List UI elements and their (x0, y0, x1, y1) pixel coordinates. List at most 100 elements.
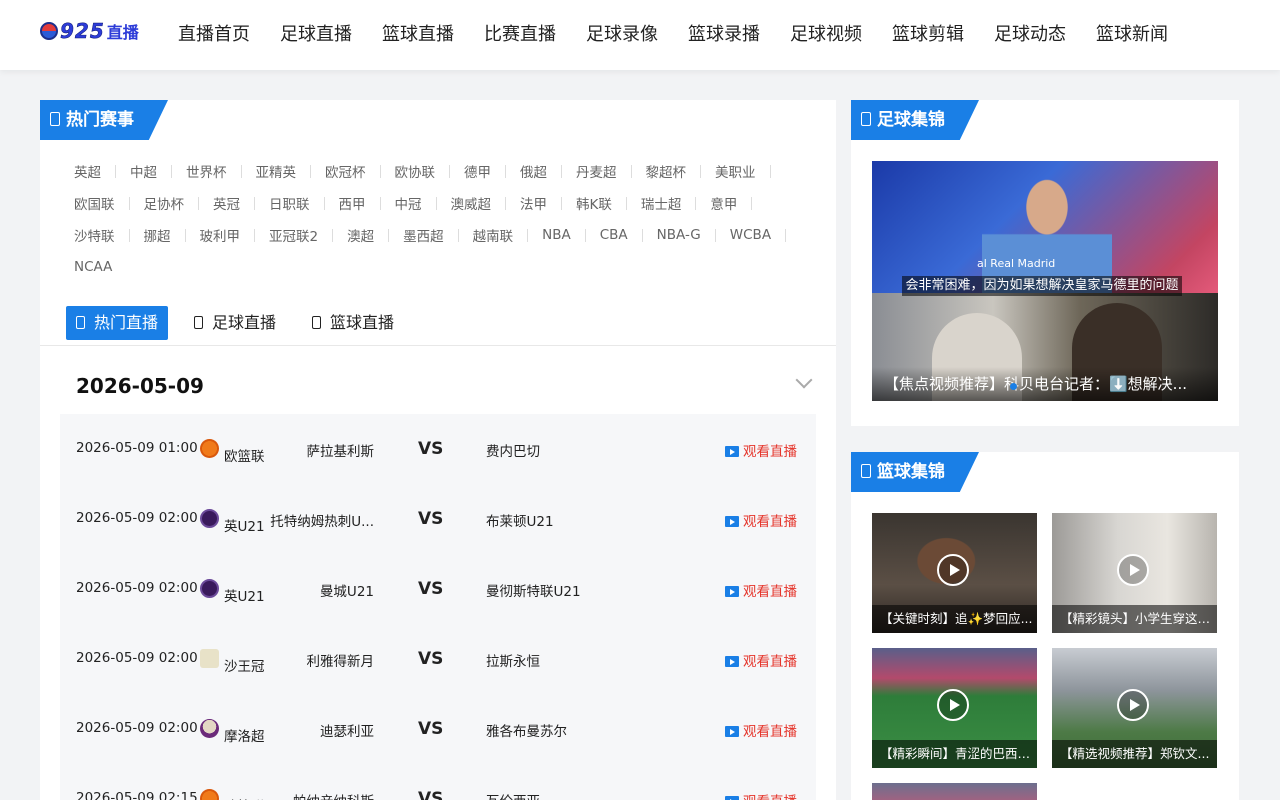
watch-live-link[interactable]: 观看直播 (725, 510, 797, 530)
match-row[interactable]: 2026-05-09 02:00 沙王冠 利雅得新月 VS 拉斯永恒 观看直播 (60, 624, 816, 694)
nav-item[interactable]: 足球录像 (586, 22, 658, 48)
league-link[interactable]: 挪超 (144, 225, 171, 245)
league-link[interactable]: 中冠 (395, 193, 422, 213)
league-link[interactable]: NBA-G (657, 227, 701, 243)
watch-live-link[interactable]: 观看直播 (725, 440, 797, 460)
euroleague-icon (200, 789, 219, 800)
video-thumbnail[interactable]: 【精彩镜头】小学生穿这么... (1052, 513, 1217, 633)
tab-label: 足球直播 (212, 313, 277, 332)
away-team: 拉斯永恒 (486, 654, 540, 670)
watch-live-link[interactable]: 观看直播 (725, 650, 797, 670)
nav-item[interactable]: 足球动态 (994, 22, 1066, 48)
video-thumbnail[interactable]: 【精选视频推荐】郑钦文... (1052, 648, 1217, 768)
league-link[interactable]: 世界杯 (186, 161, 227, 181)
main-nav: 直播首页 足球直播 篮球直播 比赛直播 足球录像 篮球录播 足球视频 篮球剪辑 … (178, 22, 1198, 48)
separator (254, 196, 255, 210)
video-thumbnail[interactable]: 【关键时刻】追✨梦回应... (872, 513, 1037, 633)
separator (505, 164, 506, 178)
nav-item[interactable]: 足球直播 (280, 22, 352, 48)
nav-item[interactable]: 篮球新闻 (1096, 22, 1168, 48)
hero-title[interactable]: 【焦点视频推荐】科贝电台记者：⬇️想解决... (872, 367, 1218, 401)
watch-live-link[interactable]: 观看直播 (725, 790, 797, 800)
match-league: 沙王冠 (224, 659, 265, 675)
league-link[interactable]: 澳威超 (451, 193, 492, 213)
watch-live-label: 观看直播 (743, 724, 797, 740)
play-icon[interactable] (1117, 689, 1149, 721)
home-team: 托特纳姆热刺U... (270, 514, 374, 530)
league-link[interactable]: 英超 (74, 161, 101, 181)
match-time: 2026-05-09 02:15 (76, 790, 198, 800)
video-thumbnail[interactable] (872, 783, 1037, 800)
play-icon[interactable] (1117, 554, 1149, 586)
home-team: 迪瑟利亚 (320, 724, 374, 740)
league-link[interactable]: 俄超 (520, 161, 547, 181)
watch-live-link[interactable]: 观看直播 (725, 720, 797, 740)
vs-label: VS (418, 439, 444, 459)
league-link[interactable]: 沙特联 (74, 225, 115, 245)
league-link[interactable]: 英冠 (213, 193, 240, 213)
play-icon[interactable] (937, 554, 969, 586)
tab-hot-live[interactable]: 热门直播 (66, 306, 169, 340)
league-link[interactable]: 玻利甲 (200, 225, 241, 245)
league-link[interactable]: 黎超杯 (646, 161, 687, 181)
match-row[interactable]: 2026-05-09 02:00 英U21 托特纳姆热刺U... VS 布莱顿U21 观看… (60, 484, 816, 554)
play-icon[interactable] (937, 689, 969, 721)
league-link[interactable]: CBA (600, 227, 628, 243)
logo-text: 直播 (106, 23, 139, 42)
home-team: 萨拉基利斯 (306, 444, 375, 460)
league-link[interactable]: 意甲 (710, 193, 737, 213)
match-row[interactable]: 2026-05-09 02:00 摩洛超 迪瑟利亚 VS 雅各布曼苏尔 观看直播 (60, 694, 816, 764)
football-hero-video[interactable]: al Real Madrid 会非常困难，因为如果想解决皇家马德里的问题 【焦点… (872, 161, 1218, 401)
carousel-indicator[interactable] (1010, 383, 1017, 390)
league-link[interactable]: 越南联 (473, 225, 514, 245)
watch-live-label: 观看直播 (743, 794, 797, 800)
match-league: 欧篮联 (224, 449, 265, 465)
video-thumbnail[interactable]: 【精彩瞬间】青涩的巴西双... (872, 648, 1037, 768)
league-link[interactable]: 法甲 (520, 193, 547, 213)
match-row[interactable]: 2026-05-09 02:00 英U21 曼城U21 VS 曼彻斯特联U21 观看直播 (60, 554, 816, 624)
watch-live-link[interactable]: 观看直播 (725, 580, 797, 600)
league-link[interactable]: 西甲 (339, 193, 366, 213)
league-link[interactable]: 亚精英 (256, 161, 297, 181)
league-link[interactable]: 中超 (130, 161, 157, 181)
match-time: 2026-05-09 02:00 (76, 720, 198, 736)
match-row[interactable]: 2026-05-09 02:15 欧篮联 帕纳辛纳科斯 VS 瓦伦西亚 观看直播 (60, 764, 816, 800)
league-link[interactable]: 亚冠联2 (269, 225, 318, 245)
nav-item[interactable]: 篮球直播 (382, 22, 454, 48)
league-row: 欧国联 足协杯 英冠 日职联 西甲 中冠 澳威超 法甲 韩K联 瑞士超 意甲 (74, 187, 814, 219)
separator (128, 196, 130, 210)
nav-item[interactable]: 比赛直播 (484, 22, 556, 48)
section-icon (50, 112, 60, 126)
league-link[interactable]: 韩K联 (576, 193, 612, 213)
nav-item[interactable]: 足球视频 (790, 22, 862, 48)
separator (561, 164, 562, 178)
league-link[interactable]: 日职联 (269, 193, 310, 213)
league-link[interactable]: 美职业 (715, 161, 756, 181)
league-link[interactable]: 澳超 (347, 225, 374, 245)
nav-item[interactable]: 直播首页 (178, 22, 250, 48)
nav-item[interactable]: 篮球剪辑 (892, 22, 964, 48)
league-link[interactable]: NCAA (74, 259, 112, 275)
league-link[interactable]: 足协杯 (144, 193, 185, 213)
league-link[interactable]: NBA (542, 227, 571, 243)
site-logo[interactable]: 925 直播 (40, 16, 139, 46)
match-league: 英U21 (224, 589, 265, 605)
league-link[interactable]: 欧冠杯 (325, 161, 366, 181)
league-link[interactable]: 欧协联 (395, 161, 436, 181)
league-link[interactable]: WCBA (730, 227, 771, 243)
league-link[interactable]: 丹麦超 (576, 161, 617, 181)
separator (323, 196, 325, 210)
chevron-down-icon[interactable] (795, 371, 813, 389)
nav-item[interactable]: 篮球录播 (688, 22, 760, 48)
league-link[interactable]: 瑞士超 (641, 193, 682, 213)
tab-football-live[interactable]: 足球直播 (184, 306, 286, 340)
basketball-highlights-title: 篮球集锦 (851, 452, 979, 492)
league-link[interactable]: 欧国联 (74, 193, 115, 213)
league-link[interactable]: 墨西超 (403, 225, 444, 245)
match-row[interactable]: 2026-05-09 01:00 欧篮联 萨拉基利斯 VS 费内巴切 观看直播 (60, 414, 816, 484)
separator (769, 164, 771, 178)
tab-basketball-live[interactable]: 篮球直播 (302, 306, 404, 340)
league-link[interactable]: 德甲 (464, 161, 491, 181)
watch-live-label: 观看直播 (743, 584, 797, 600)
hot-events-panel: 热门赛事 英超 中超 世界杯 亚精英 欧冠杯 欧协联 德甲 俄超 丹麦超 黎超杯 美职业 欧国联 足协杯… (40, 100, 836, 800)
